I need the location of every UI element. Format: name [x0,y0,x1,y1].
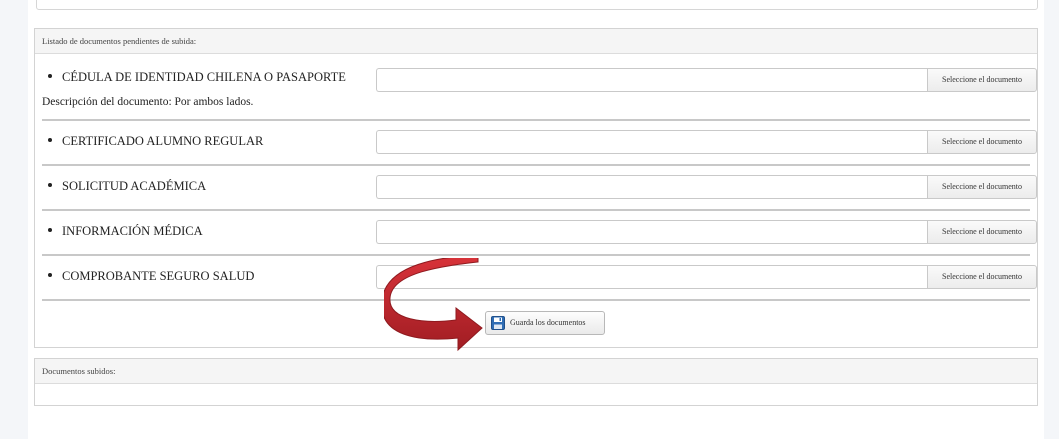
document-name: SOLICITUD ACADÉMICA [48,179,206,194]
document-row: CERTIFICADO ALUMNO REGULAR Seleccione el… [42,119,1037,166]
bullet-icon [48,228,52,233]
document-name: COMPROBANTE SEGURO SALUD [48,269,254,284]
select-document-button[interactable]: Seleccione el documento [927,220,1037,244]
save-documents-button[interactable]: Guarda los documentos [485,311,605,335]
document-row: SOLICITUD ACADÉMICA Seleccione el docume… [42,164,1037,211]
document-row: CÉDULA DE IDENTIDAD CHILENA O PASAPORTE … [42,63,1037,121]
bullet-icon [48,273,52,278]
file-path-field[interactable] [376,220,927,244]
document-name: INFORMACIÓN MÉDICA [48,224,203,239]
page-content: Listado de documentos pendientes de subi… [28,0,1044,439]
document-row: COMPROBANTE SEGURO SALUD Seleccione el d… [42,254,1037,301]
pending-documents-header: Listado de documentos pendientes de subi… [35,29,1037,54]
document-name: CERTIFICADO ALUMNO REGULAR [48,134,263,149]
save-documents-label: Guarda los documentos [510,318,586,327]
select-document-button[interactable]: Seleccione el documento [927,68,1037,92]
bullet-icon [48,183,52,188]
file-path-field[interactable] [376,68,927,92]
document-name: CÉDULA DE IDENTIDAD CHILENA O PASAPORTE [48,70,346,85]
curved-arrow-icon [384,258,483,352]
file-path-field[interactable] [376,130,927,154]
uploaded-documents-list [35,383,1037,403]
select-document-button[interactable]: Seleccione el documento [927,265,1037,289]
previous-panel-edge [36,0,1038,10]
uploaded-documents-header: Documentos subidos: [35,359,1037,384]
pending-documents-panel: Listado de documentos pendientes de subi… [34,28,1038,348]
uploaded-documents-panel: Documentos subidos: [34,358,1038,406]
floppy-disk-icon [491,316,505,330]
bullet-icon [48,74,52,79]
select-document-button[interactable]: Seleccione el documento [927,130,1037,154]
select-document-button[interactable]: Seleccione el documento [927,175,1037,199]
bullet-icon [48,138,52,143]
file-path-field[interactable] [376,175,927,199]
document-row: INFORMACIÓN MÉDICA Seleccione el documen… [42,209,1037,256]
document-description: Descripción del documento: Por ambos lad… [42,96,254,108]
